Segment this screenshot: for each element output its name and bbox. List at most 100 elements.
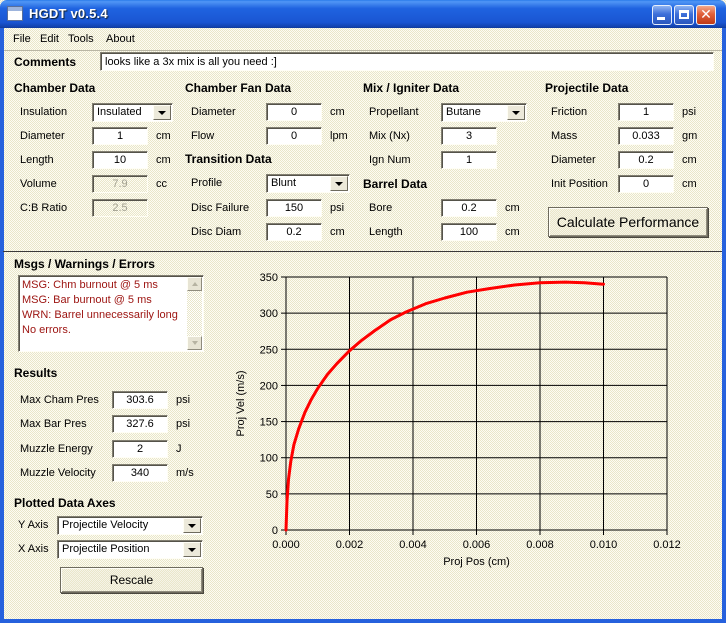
- max-cham-pres-label: Max Cham Pres: [20, 394, 99, 406]
- rescale-button[interactable]: Rescale: [60, 567, 203, 593]
- init-position-field[interactable]: 0: [618, 175, 674, 193]
- barrel-data-header: Barrel Data: [363, 177, 427, 191]
- fan-flow-field[interactable]: 0: [266, 127, 322, 145]
- init-position-unit: cm: [682, 178, 697, 190]
- cb-ratio-field: 2.5: [92, 199, 148, 217]
- svg-text:300: 300: [260, 308, 278, 320]
- init-position-value: 0: [643, 178, 649, 190]
- svg-text:0.010: 0.010: [590, 539, 618, 551]
- chamber-volume-value: 7.9: [112, 178, 127, 190]
- y-axis-selected-value: Projectile Velocity: [62, 519, 148, 531]
- svg-text:0.002: 0.002: [336, 539, 364, 551]
- muzzle-energy-field[interactable]: 2: [112, 440, 168, 458]
- ign-num-field[interactable]: 1: [441, 151, 497, 169]
- maximize-button[interactable]: [674, 5, 694, 25]
- profile-select[interactable]: Blunt: [266, 174, 350, 193]
- scroll-up-icon[interactable]: [187, 277, 202, 291]
- profile-selected-value: Blunt: [271, 177, 296, 189]
- svg-text:50: 50: [266, 489, 278, 501]
- fan-diameter-label: Diameter: [191, 106, 236, 118]
- messages-header: Msgs / Warnings / Errors: [14, 257, 155, 271]
- mass-value: 0.033: [632, 130, 660, 142]
- muzzle-energy-value: 2: [137, 443, 143, 455]
- muzzle-energy-label: Muzzle Energy: [20, 443, 93, 455]
- title-bar[interactable]: HGDT v0.5.4 ✕: [0, 0, 726, 28]
- dropdown-arrow-icon[interactable]: [330, 176, 348, 191]
- mass-field[interactable]: 0.033: [618, 127, 674, 145]
- disc-failure-field[interactable]: 150: [266, 199, 322, 217]
- max-bar-pres-field[interactable]: 327.6: [112, 415, 168, 433]
- chamber-diameter-field[interactable]: 1: [92, 127, 148, 145]
- fan-diameter-field[interactable]: 0: [266, 103, 322, 121]
- mix-nx-field[interactable]: 3: [441, 127, 497, 145]
- messages-box[interactable]: MSG: Chm burnout @ 5 ms MSG: Bar burnout…: [18, 275, 204, 352]
- max-cham-pres-value: 303.6: [126, 394, 154, 406]
- fan-flow-value: 0: [291, 130, 297, 142]
- svg-text:0.012: 0.012: [653, 539, 681, 551]
- chamber-fan-data-header: Chamber Fan Data: [185, 81, 291, 95]
- propellant-select[interactable]: Butane: [441, 103, 527, 122]
- menu-edit[interactable]: Edit: [37, 32, 62, 46]
- mass-label: Mass: [551, 130, 577, 142]
- disc-failure-label: Disc Failure: [191, 202, 249, 214]
- calculate-performance-button[interactable]: Calculate Performance: [548, 207, 708, 237]
- window-border-left: [0, 28, 4, 623]
- barrel-length-label: Length: [369, 226, 403, 238]
- dropdown-arrow-icon[interactable]: [507, 105, 525, 120]
- proj-diameter-unit: cm: [682, 154, 697, 166]
- scrollbar[interactable]: [187, 277, 202, 350]
- fan-diameter-unit: cm: [330, 106, 345, 118]
- close-icon: ✕: [700, 8, 712, 22]
- muzzle-energy-unit: J: [176, 443, 182, 455]
- close-button[interactable]: ✕: [696, 5, 716, 25]
- window-title: HGDT v0.5.4: [29, 6, 108, 21]
- minimize-button[interactable]: [652, 5, 672, 25]
- menu-about[interactable]: About: [103, 32, 138, 46]
- disc-failure-unit: psi: [330, 202, 344, 214]
- dropdown-arrow-icon[interactable]: [183, 518, 201, 533]
- init-position-label: Init Position: [551, 178, 608, 190]
- menu-tools[interactable]: Tools: [65, 32, 97, 46]
- cb-ratio-value: 2.5: [112, 202, 127, 214]
- svg-text:Proj Vel (m/s): Proj Vel (m/s): [235, 370, 247, 436]
- chamber-length-value: 10: [114, 154, 126, 166]
- svg-text:100: 100: [260, 453, 278, 465]
- insulation-label: Insulation: [20, 106, 67, 118]
- svg-text:250: 250: [260, 344, 278, 356]
- comments-input[interactable]: looks like a 3x mix is all you need :]: [100, 52, 714, 71]
- svg-text:0: 0: [272, 525, 278, 537]
- svg-text:Proj Pos (cm): Proj Pos (cm): [443, 556, 510, 568]
- svg-text:0.000: 0.000: [272, 539, 300, 551]
- friction-field[interactable]: 1: [618, 103, 674, 121]
- barrel-length-field[interactable]: 100: [441, 223, 497, 241]
- svg-text:0.006: 0.006: [463, 539, 491, 551]
- disc-diam-label: Disc Diam: [191, 226, 241, 238]
- chamber-diameter-unit: cm: [156, 130, 171, 142]
- scroll-down-icon[interactable]: [187, 336, 202, 350]
- menu-file[interactable]: File: [10, 32, 34, 46]
- proj-diameter-field[interactable]: 0.2: [618, 151, 674, 169]
- y-axis-select[interactable]: Projectile Velocity: [57, 516, 203, 535]
- dropdown-arrow-icon[interactable]: [183, 542, 201, 557]
- propellant-label: Propellant: [369, 106, 419, 118]
- ign-num-label: Ign Num: [369, 154, 411, 166]
- disc-diam-unit: cm: [330, 226, 345, 238]
- bore-field[interactable]: 0.2: [441, 199, 497, 217]
- chamber-volume-field: 7.9: [92, 175, 148, 193]
- message-line: MSG: Chm burnout @ 5 ms: [22, 278, 185, 293]
- muzzle-velocity-field[interactable]: 340: [112, 464, 168, 482]
- x-axis-selected-value: Projectile Position: [62, 543, 149, 555]
- message-line: No errors.: [22, 323, 185, 338]
- disc-diam-field[interactable]: 0.2: [266, 223, 322, 241]
- performance-chart: 0.0000.0020.0040.0060.0080.0100.01205010…: [230, 252, 710, 582]
- x-axis-select[interactable]: Projectile Position: [57, 540, 203, 559]
- chamber-length-field[interactable]: 10: [92, 151, 148, 169]
- insulation-select[interactable]: Insulated: [92, 103, 173, 122]
- app-icon: [7, 6, 23, 21]
- max-cham-pres-field[interactable]: 303.6: [112, 391, 168, 409]
- dropdown-arrow-icon[interactable]: [153, 105, 171, 120]
- window-border-bottom: [0, 619, 726, 623]
- message-line: MSG: Bar burnout @ 5 ms: [22, 293, 185, 308]
- muzzle-velocity-value: 340: [131, 467, 149, 479]
- chamber-volume-unit: cc: [156, 178, 167, 190]
